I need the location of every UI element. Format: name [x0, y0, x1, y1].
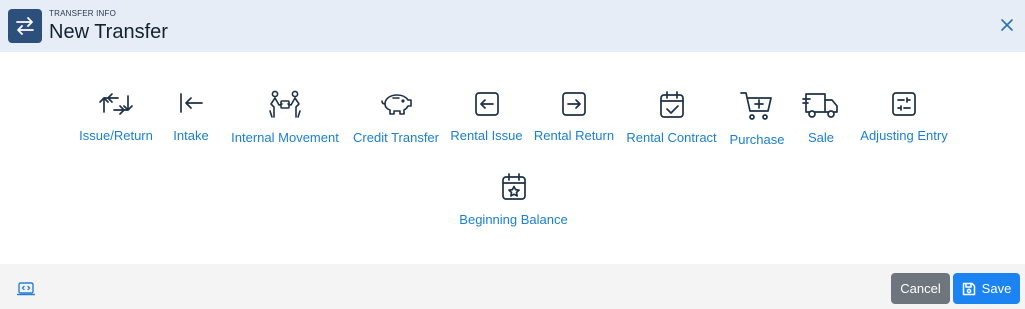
option-label: Rental Contract: [626, 130, 717, 145]
option-label: Adjusting Entry: [860, 128, 948, 143]
option-beginning-balance[interactable]: Beginning Balance: [459, 172, 568, 228]
internal-movement-icon: [269, 90, 301, 118]
adjust-icon: [892, 92, 916, 116]
option-label: Intake: [173, 128, 209, 143]
option-credit-transfer[interactable]: Credit Transfer: [353, 90, 439, 146]
option-purchase[interactable]: Purchase: [729, 90, 785, 148]
option-label: Purchase: [729, 132, 785, 147]
close-button[interactable]: [998, 16, 1016, 34]
option-rental-contract[interactable]: Rental Contract: [626, 90, 717, 146]
option-adjusting-entry[interactable]: Adjusting Entry: [860, 90, 948, 144]
save-icon: [962, 282, 975, 295]
option-issue-return[interactable]: Issue/Return: [79, 90, 153, 144]
option-rental-return[interactable]: Rental Return: [533, 90, 615, 144]
piggy-bank-icon: [381, 94, 412, 115]
option-internal-movement[interactable]: Internal Movement: [231, 90, 339, 146]
intake-icon: [180, 93, 203, 113]
code-window-icon[interactable]: [16, 282, 36, 301]
option-label: Issue/Return: [79, 128, 153, 143]
calendar-star-icon: [501, 173, 526, 200]
transfer-arrows-icon: [8, 9, 42, 43]
option-label: Beginning Balance: [459, 212, 568, 227]
option-label: Sale: [807, 130, 835, 145]
save-button-label: Save: [981, 281, 1012, 296]
calendar-check-icon: [659, 91, 684, 118]
option-rental-issue[interactable]: Rental Issue: [450, 90, 523, 144]
page-title: New Transfer: [49, 21, 168, 43]
option-label: Rental Issue: [450, 128, 523, 143]
option-sale[interactable]: Sale: [801, 90, 841, 146]
header: TRANSFER INFO New Transfer: [0, 0, 1025, 52]
close-icon: [1001, 19, 1013, 31]
transfer-type-grid: Issue/Return Intake Internal Movement Cr…: [0, 52, 1025, 264]
rental-return-icon: [562, 92, 586, 116]
rental-issue-icon: [474, 92, 499, 116]
option-label: Credit Transfer: [353, 130, 439, 145]
footer: Cancel Save: [0, 264, 1025, 309]
option-intake[interactable]: Intake: [171, 90, 211, 144]
issue-return-icon: [99, 93, 133, 115]
cart-plus-icon: [740, 92, 772, 120]
option-label: Internal Movement: [231, 130, 339, 145]
save-button[interactable]: Save: [953, 273, 1020, 304]
delivery-truck-icon: [802, 93, 838, 118]
cancel-button[interactable]: Cancel: [891, 273, 950, 304]
cancel-button-label: Cancel: [900, 281, 941, 296]
header-subtitle: TRANSFER INFO: [49, 9, 117, 18]
option-label: Rental Return: [533, 128, 615, 143]
